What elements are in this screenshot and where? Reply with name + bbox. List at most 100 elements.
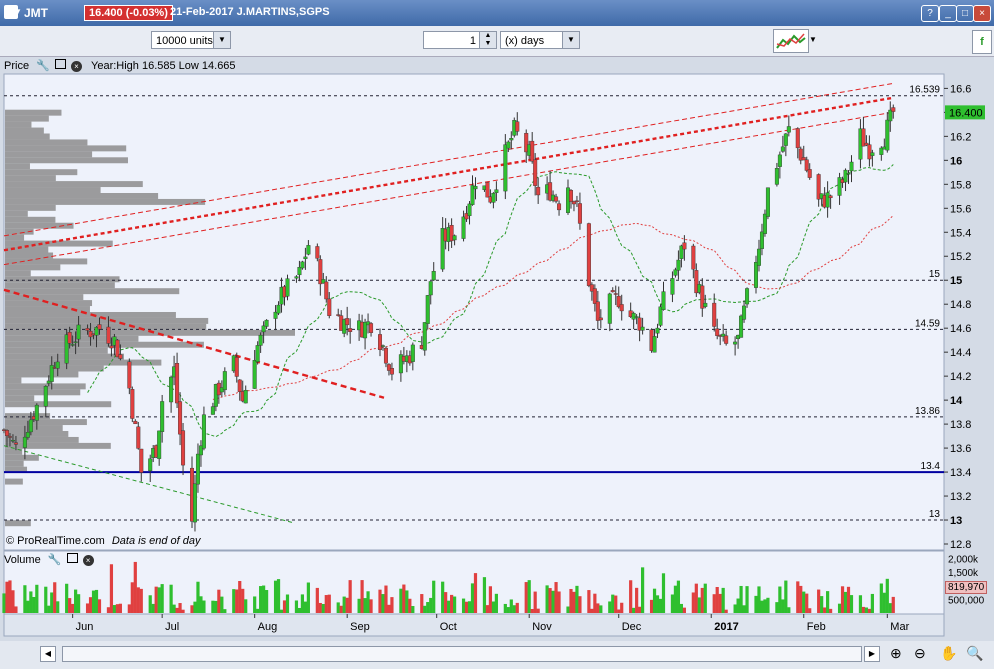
- candle-up: [306, 245, 311, 255]
- indicator-button[interactable]: [773, 29, 809, 53]
- horizontal-scrollbar[interactable]: [62, 646, 862, 662]
- maximize-icon[interactable]: □: [956, 5, 974, 22]
- candle-up: [473, 186, 478, 190]
- volume-bar: [29, 591, 33, 613]
- y-tick-label: 15.4: [950, 227, 971, 239]
- remove-indicator-icon[interactable]: ×: [70, 61, 82, 72]
- volume-bar: [554, 582, 558, 613]
- volume-bar: [253, 596, 257, 613]
- y-tick-label: 12.8: [950, 539, 971, 551]
- volume-bar: [235, 589, 239, 613]
- volume-bar: [694, 583, 698, 613]
- candle-up: [885, 119, 890, 151]
- candle-down: [115, 339, 120, 358]
- volume-bar: [390, 597, 394, 613]
- volume-bar: [512, 605, 516, 613]
- volume-bar: [127, 604, 131, 613]
- volume-bar: [23, 585, 27, 613]
- volume-bar: [88, 597, 93, 613]
- candle-down: [389, 368, 394, 375]
- candle-down: [536, 186, 541, 196]
- candle-down: [804, 159, 809, 171]
- zoom-out-icon[interactable]: ⊖: [914, 645, 926, 662]
- volume-bar: [858, 595, 863, 613]
- candle-down: [7, 436, 12, 438]
- x-tick-label: 2017: [714, 621, 738, 633]
- minimize-icon[interactable]: _: [939, 5, 957, 22]
- scroll-right-icon[interactable]: ▶: [864, 646, 880, 662]
- candle-down: [616, 295, 621, 308]
- volume-bar: [617, 609, 621, 613]
- volume-bar: [754, 595, 758, 613]
- volume-bar: [593, 593, 597, 613]
- candle-up: [837, 177, 842, 196]
- symbol-dropdown-icon[interactable]: ▼: [14, 7, 22, 16]
- volume-profile-bar: [5, 365, 104, 372]
- symbol-label[interactable]: JMT: [24, 6, 48, 20]
- volume-bar: [285, 594, 290, 613]
- units-select[interactable]: 10000 units ▼: [151, 31, 231, 49]
- candle-down: [515, 121, 520, 132]
- candle-up: [404, 355, 409, 363]
- volume-profile-bar: [5, 419, 87, 426]
- candle-up: [467, 203, 472, 216]
- volume-bar: [106, 607, 111, 613]
- volume-bar: [411, 606, 415, 613]
- y-tick-label: 13: [950, 515, 962, 527]
- volume-profile-bar: [5, 448, 23, 455]
- volume-bar: [256, 608, 260, 613]
- candle-down: [798, 148, 803, 161]
- candle-up: [721, 333, 726, 337]
- volume-bar: [429, 597, 433, 613]
- indicator-chart-icon: [776, 33, 806, 49]
- volume-bar: [861, 606, 866, 613]
- volume-bar: [232, 589, 236, 613]
- volume-tick-label: 2,000k: [948, 554, 979, 565]
- candle-up: [252, 360, 257, 389]
- chevron-down-icon[interactable]: ▼: [213, 32, 230, 48]
- volume-bar: [282, 600, 287, 613]
- volume-bar: [306, 582, 310, 613]
- close-icon[interactable]: ×: [973, 5, 991, 22]
- candle-down: [571, 201, 576, 205]
- volume-profile-bar: [5, 377, 22, 384]
- candle-up: [261, 325, 266, 333]
- side-panel-icon[interactable]: f: [972, 30, 992, 54]
- wrench-icon[interactable]: 🔧: [36, 60, 50, 72]
- volume-profile-bar: [5, 181, 143, 188]
- candle-down: [554, 196, 559, 202]
- stepper-icon[interactable]: ▲ ▼: [479, 32, 496, 48]
- candle-up: [303, 256, 308, 260]
- volume-bar: [823, 607, 827, 613]
- wrench-icon[interactable]: 🔧: [48, 554, 62, 566]
- level-label: 13.4: [921, 461, 941, 472]
- volume-bar: [837, 603, 842, 613]
- volume-bar: [849, 595, 854, 613]
- remove-indicator-icon[interactable]: ×: [82, 555, 94, 566]
- candle-down: [867, 144, 872, 160]
- price-chart[interactable]: 16.6 16.4 16.2 16 15.8 15.6 15.4 15.2 15 14.8 14.6…: [0, 0, 994, 669]
- pan-icon[interactable]: ✋: [940, 645, 957, 662]
- chevron-down-icon[interactable]: ▼: [562, 32, 579, 48]
- help-icon[interactable]: ?: [921, 5, 939, 22]
- window-icon[interactable]: [54, 59, 66, 69]
- magnifier-icon[interactable]: 🔍: [966, 645, 983, 662]
- scroll-left-icon[interactable]: ◀: [40, 646, 56, 662]
- candle-up: [780, 146, 785, 152]
- candle-down: [488, 196, 493, 203]
- volume-bar: [342, 596, 346, 613]
- zoom-in-icon[interactable]: ⊕: [890, 645, 902, 662]
- candle-down: [315, 246, 320, 259]
- volume-profile-bar: [5, 163, 30, 170]
- y-tick-label: 16.2: [950, 131, 971, 143]
- window-icon[interactable]: [66, 553, 78, 563]
- period-unit-select[interactable]: (x) days ▼: [500, 31, 580, 49]
- indicator-dropdown-icon[interactable]: ▼: [809, 35, 817, 44]
- volume-bar: [357, 598, 361, 613]
- volume-profile-bar: [5, 389, 81, 396]
- period-input[interactable]: 1 ▲ ▼: [423, 31, 497, 49]
- volume-bar: [91, 590, 96, 613]
- candle-up: [10, 439, 15, 442]
- volume-bar: [661, 573, 666, 613]
- x-tick-label: Sep: [350, 621, 370, 633]
